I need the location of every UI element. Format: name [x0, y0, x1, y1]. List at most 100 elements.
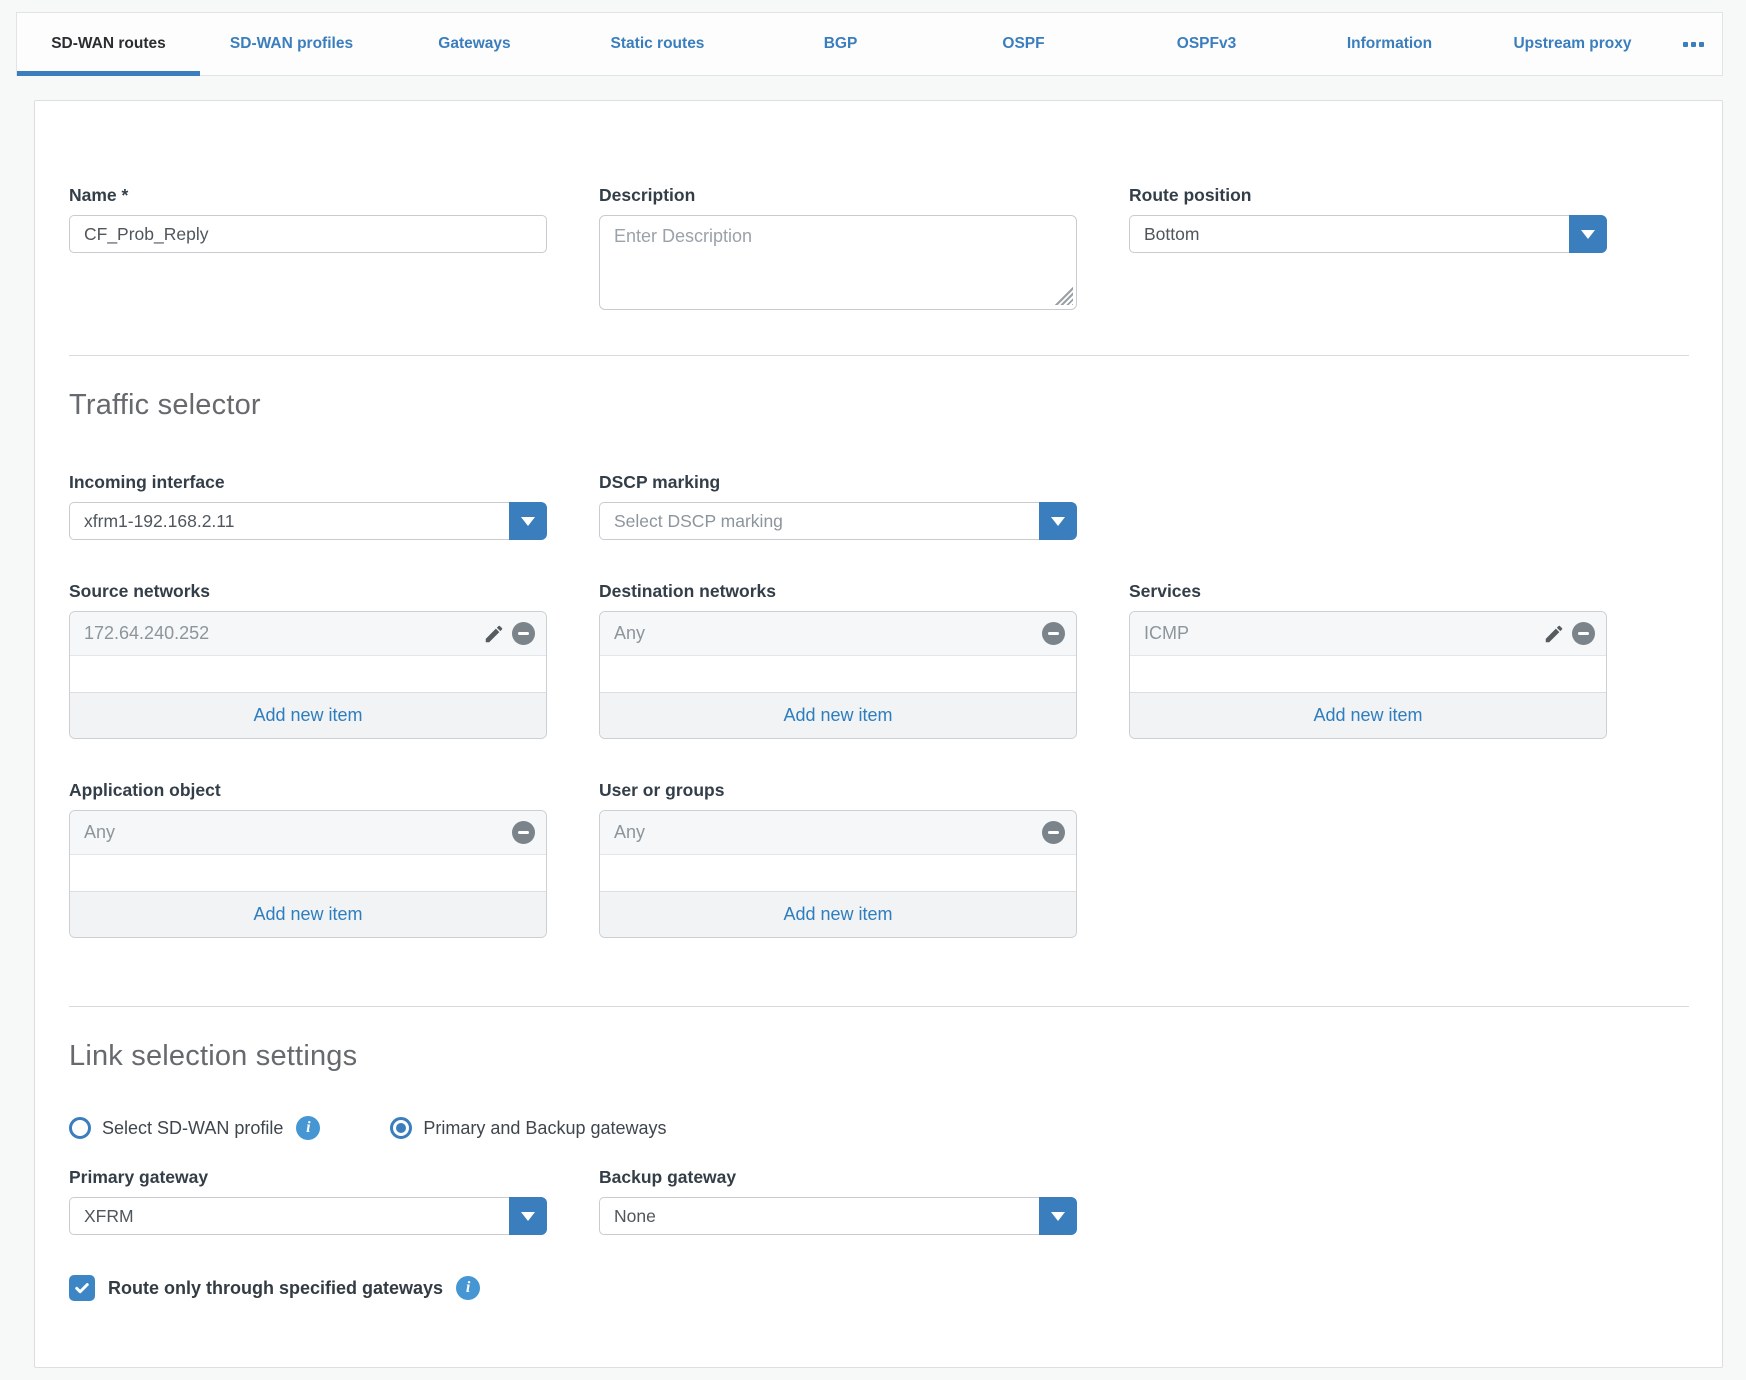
- remove-icon[interactable]: [1042, 821, 1065, 844]
- destination-networks-list: Any Add new item: [599, 611, 1077, 739]
- primary-gateway-dropdown-button[interactable]: [509, 1197, 547, 1235]
- list-item: ICMP: [1130, 612, 1606, 656]
- destination-networks-field-group: Destination networks Any Add new item: [599, 580, 1077, 739]
- incoming-interface-select[interactable]: xfrm1-192.168.2.11: [69, 502, 547, 540]
- edit-icon[interactable]: [1542, 622, 1566, 646]
- description-field-group: Description: [599, 184, 1077, 310]
- source-networks-label: Source networks: [69, 580, 547, 602]
- backup-gateway-select[interactable]: None: [599, 1197, 1077, 1235]
- application-object-label: Application object: [69, 779, 547, 801]
- tab-gateways[interactable]: Gateways: [383, 13, 566, 75]
- dscp-marking-select[interactable]: Select DSCP marking: [599, 502, 1077, 540]
- description-textarea[interactable]: [599, 215, 1077, 310]
- link-selection-settings-title: Link selection settings: [69, 1038, 1722, 1074]
- tab-static-routes[interactable]: Static routes: [566, 13, 749, 75]
- remove-icon[interactable]: [512, 622, 535, 645]
- services-list: ICMP Add new item: [1129, 611, 1607, 739]
- list-item-text: Any: [614, 822, 645, 843]
- add-new-item-button[interactable]: Add new item: [600, 692, 1076, 738]
- ellipsis-icon: [1683, 42, 1688, 47]
- tab-information[interactable]: Information: [1298, 13, 1481, 75]
- user-or-groups-label: User or groups: [599, 779, 1077, 801]
- incoming-interface-dropdown-button[interactable]: [509, 502, 547, 540]
- source-networks-field-group: Source networks 172.64.240.252 Add new i…: [69, 580, 547, 739]
- services-field-group: Services ICMP Add new item: [1129, 580, 1607, 739]
- route-position-field-group: Route position Bottom: [1129, 184, 1607, 310]
- ellipsis-icon: [1699, 42, 1704, 47]
- tab-upstream-proxy[interactable]: Upstream proxy: [1481, 13, 1664, 75]
- remove-icon[interactable]: [1042, 622, 1065, 645]
- chevron-down-icon: [521, 1212, 535, 1221]
- source-networks-list: 172.64.240.252 Add new item: [69, 611, 547, 739]
- tab-bgp[interactable]: BGP: [749, 13, 932, 75]
- description-label: Description: [599, 184, 1077, 206]
- radio-button-selected[interactable]: [390, 1117, 412, 1139]
- name-label: Name *: [69, 184, 547, 206]
- backup-gateway-value[interactable]: None: [599, 1197, 1039, 1235]
- add-new-item-button[interactable]: Add new item: [600, 891, 1076, 937]
- list-item: Any: [70, 811, 546, 855]
- divider: [69, 1006, 1689, 1007]
- tab-sdwan-profiles[interactable]: SD-WAN profiles: [200, 13, 383, 75]
- add-new-item-button[interactable]: Add new item: [1130, 692, 1606, 738]
- name-field-group: Name *: [69, 184, 547, 310]
- radio-option-primary-backup-gateways[interactable]: Primary and Backup gateways: [390, 1117, 666, 1139]
- primary-gateway-field-group: Primary gateway XFRM: [69, 1166, 547, 1235]
- name-input[interactable]: [69, 215, 547, 253]
- chevron-down-icon: [1051, 1212, 1065, 1221]
- dscp-marking-field-group: DSCP marking Select DSCP marking: [599, 471, 1077, 540]
- ellipsis-icon: [1691, 42, 1696, 47]
- list-item-text: 172.64.240.252: [84, 623, 209, 644]
- dscp-marking-label: DSCP marking: [599, 471, 1077, 493]
- backup-gateway-field-group: Backup gateway None: [599, 1166, 1077, 1235]
- user-or-groups-list: Any Add new item: [599, 810, 1077, 938]
- list-item: 172.64.240.252: [70, 612, 546, 656]
- backup-gateway-label: Backup gateway: [599, 1166, 1077, 1188]
- route-position-value[interactable]: Bottom: [1129, 215, 1569, 253]
- info-icon[interactable]: i: [456, 1276, 480, 1300]
- route-position-dropdown-button[interactable]: [1569, 215, 1607, 253]
- checkmark-icon: [73, 1279, 91, 1297]
- route-position-select[interactable]: Bottom: [1129, 215, 1607, 253]
- primary-gateway-value[interactable]: XFRM: [69, 1197, 509, 1235]
- tab-ospf[interactable]: OSPF: [932, 13, 1115, 75]
- remove-icon[interactable]: [512, 821, 535, 844]
- chevron-down-icon: [521, 517, 535, 526]
- divider: [69, 355, 1689, 356]
- route-only-checkbox-label: Route only through specified gateways: [108, 1278, 443, 1299]
- tab-ospfv3[interactable]: OSPFv3: [1115, 13, 1298, 75]
- list-item-text: Any: [614, 623, 645, 644]
- link-selection-radio-group: Select SD-WAN profile i Primary and Back…: [69, 1116, 1722, 1140]
- radio-button[interactable]: [69, 1117, 91, 1139]
- list-item-text: Any: [84, 822, 115, 843]
- tab-sdwan-routes[interactable]: SD-WAN routes: [17, 13, 200, 75]
- add-new-item-button[interactable]: Add new item: [70, 692, 546, 738]
- backup-gateway-dropdown-button[interactable]: [1039, 1197, 1077, 1235]
- list-item: Any: [600, 811, 1076, 855]
- add-new-item-button[interactable]: Add new item: [70, 891, 546, 937]
- user-or-groups-field-group: User or groups Any Add new item: [599, 779, 1077, 938]
- edit-icon[interactable]: [482, 622, 506, 646]
- more-tabs-button[interactable]: [1664, 13, 1722, 75]
- primary-gateway-label: Primary gateway: [69, 1166, 547, 1188]
- radio-label: Primary and Backup gateways: [423, 1118, 666, 1139]
- route-position-label: Route position: [1129, 184, 1607, 206]
- incoming-interface-field-group: Incoming interface xfrm1-192.168.2.11: [69, 471, 547, 540]
- primary-gateway-select[interactable]: XFRM: [69, 1197, 547, 1235]
- list-item: Any: [600, 612, 1076, 656]
- dscp-marking-dropdown-button[interactable]: [1039, 502, 1077, 540]
- route-only-checkbox[interactable]: [69, 1275, 95, 1301]
- traffic-selector-title: Traffic selector: [69, 387, 1722, 423]
- radio-option-sdwan-profile[interactable]: Select SD-WAN profile i: [69, 1116, 320, 1140]
- incoming-interface-value[interactable]: xfrm1-192.168.2.11: [69, 502, 509, 540]
- destination-networks-label: Destination networks: [599, 580, 1077, 602]
- application-object-list: Any Add new item: [69, 810, 547, 938]
- remove-icon[interactable]: [1572, 622, 1595, 645]
- incoming-interface-label: Incoming interface: [69, 471, 547, 493]
- sdwan-route-form-panel: Name * Description Route position Bottom…: [34, 100, 1723, 1368]
- application-object-field-group: Application object Any Add new item: [69, 779, 547, 938]
- chevron-down-icon: [1051, 517, 1065, 526]
- dscp-marking-placeholder[interactable]: Select DSCP marking: [599, 502, 1039, 540]
- radio-label: Select SD-WAN profile: [102, 1118, 283, 1139]
- info-icon[interactable]: i: [296, 1116, 320, 1140]
